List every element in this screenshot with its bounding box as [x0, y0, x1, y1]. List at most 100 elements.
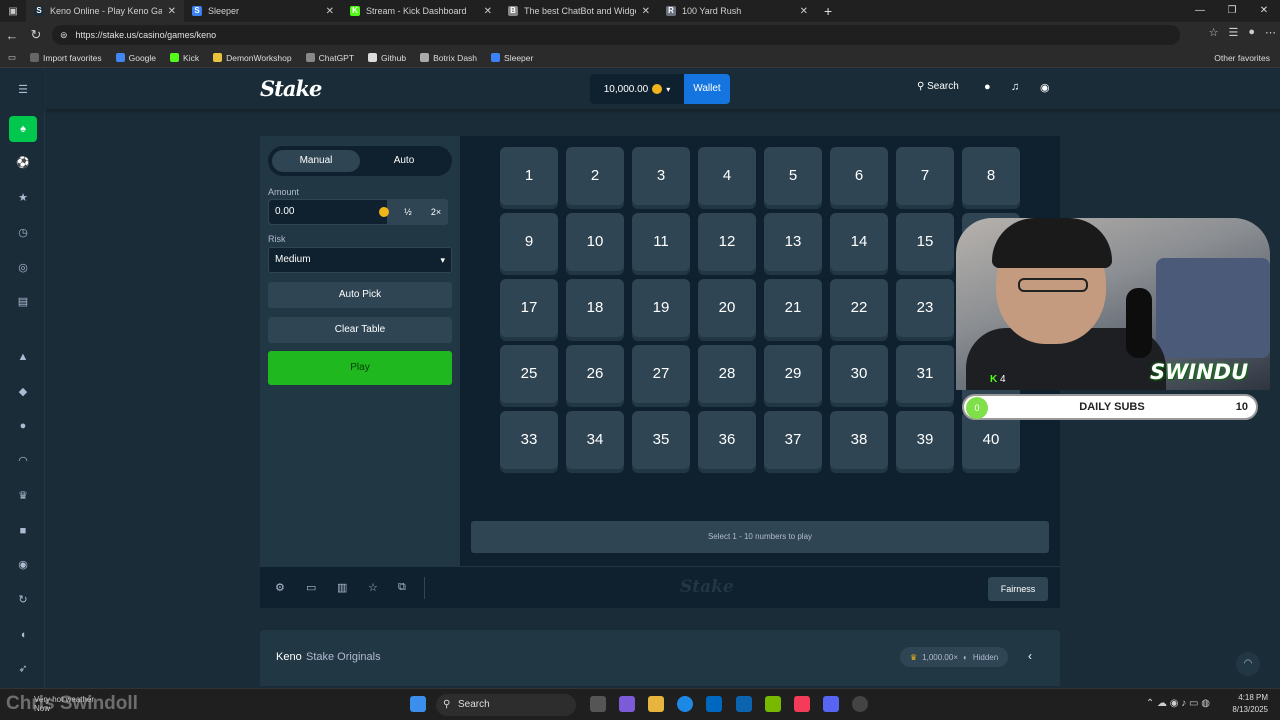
- system-tray[interactable]: ⌃ ☁ ◉ ♪ ▭ ◍: [1146, 698, 1210, 709]
- keno-tile[interactable]: 5: [764, 147, 822, 205]
- collections-icon[interactable]: ☰: [1228, 26, 1238, 39]
- bookmark-item[interactable]: DemonWorkshop: [213, 53, 292, 63]
- risk-select[interactable]: Medium ▾: [268, 247, 452, 273]
- keno-tile[interactable]: 14: [830, 213, 888, 271]
- keno-tile[interactable]: 8: [962, 147, 1020, 205]
- casino-icon[interactable]: ♠: [9, 116, 37, 142]
- close-window-icon[interactable]: ✕: [1248, 0, 1280, 22]
- crown-icon[interactable]: ♛: [12, 485, 34, 507]
- auto-tab[interactable]: Auto: [360, 150, 448, 172]
- bookmark-item[interactable]: ChatGPT: [305, 53, 354, 63]
- keno-tile[interactable]: 34: [566, 411, 624, 469]
- refresh-icon[interactable]: ↻: [12, 589, 34, 611]
- clear-table-button[interactable]: Clear Table: [268, 317, 452, 343]
- other-favorites[interactable]: Other favorites: [1214, 53, 1270, 63]
- close-tab-icon[interactable]: ✕: [326, 6, 334, 17]
- minimize-icon[interactable]: —: [1184, 0, 1216, 22]
- music-icon[interactable]: [794, 696, 810, 712]
- keno-tile[interactable]: 12: [698, 213, 756, 271]
- challenges-icon[interactable]: ◎: [12, 257, 34, 279]
- discord-icon[interactable]: [823, 696, 839, 712]
- game-info-bar[interactable]: Keno Stake Originals ♛ 1,000.00× ◐ Hidde…: [260, 630, 1060, 686]
- new-tab-icon[interactable]: +: [824, 3, 832, 19]
- taskbar-search[interactable]: ⚲ Search: [436, 694, 576, 716]
- notifications-icon[interactable]: ♫: [1011, 81, 1019, 93]
- chevron-left-icon[interactable]: ‹: [1028, 649, 1032, 663]
- keno-tile[interactable]: 15: [896, 213, 954, 271]
- bookmark-item[interactable]: Github: [368, 53, 406, 63]
- theatre-mode-icon[interactable]: ▭: [306, 581, 316, 594]
- browser-tab[interactable]: B The best ChatBot and Widgets fo ✕: [500, 0, 658, 22]
- menu-icon[interactable]: ☰: [12, 79, 34, 101]
- clock[interactable]: 4:18 PM 8/13/2025: [1232, 692, 1268, 716]
- file-explorer-icon[interactable]: [648, 696, 664, 712]
- search-button[interactable]: ⚲ Search: [917, 81, 959, 92]
- sports-icon[interactable]: ⚽: [12, 152, 34, 174]
- keno-tile[interactable]: 23: [896, 279, 954, 337]
- hot-icon[interactable]: ▲: [12, 346, 34, 368]
- stats-icon[interactable]: ▥: [337, 581, 347, 594]
- outlook-icon[interactable]: [736, 696, 752, 712]
- weather-widget[interactable]: Very hot weather Now: [34, 695, 94, 713]
- keno-tile[interactable]: 3: [632, 147, 690, 205]
- keno-tile[interactable]: 35: [632, 411, 690, 469]
- half-button[interactable]: ½: [394, 199, 422, 225]
- support-headset-icon[interactable]: ◠: [12, 450, 34, 472]
- keno-tile[interactable]: 20: [698, 279, 756, 337]
- start-icon[interactable]: [410, 696, 426, 712]
- keno-tile[interactable]: 11: [632, 213, 690, 271]
- auto-pick-button[interactable]: Auto Pick: [268, 282, 452, 308]
- tab-actions-icon[interactable]: ▣: [0, 6, 26, 17]
- keno-tile[interactable]: 4: [698, 147, 756, 205]
- store-icon[interactable]: [706, 696, 722, 712]
- favorite-star-icon[interactable]: ☆: [1209, 26, 1219, 39]
- recent-icon[interactable]: ◷: [12, 222, 34, 244]
- task-view-icon[interactable]: [590, 696, 606, 712]
- bookmark-item[interactable]: Botrix Dash: [420, 53, 477, 63]
- back-icon[interactable]: ←: [0, 28, 24, 43]
- site-info-icon[interactable]: ⊜: [60, 30, 68, 41]
- stake-logo[interactable]: Stake: [260, 76, 322, 101]
- amount-input[interactable]: 0.00: [269, 200, 387, 224]
- keno-tile[interactable]: 39: [896, 411, 954, 469]
- slots-icon[interactable]: ◆: [12, 381, 34, 403]
- browser-tab[interactable]: K Stream - Kick Dashboard ✕: [342, 0, 500, 22]
- browser-tab[interactable]: S Keno Online - Play Keno Game fo ✕: [26, 0, 184, 22]
- keno-tile[interactable]: 13: [764, 213, 822, 271]
- keno-tile[interactable]: 29: [764, 345, 822, 403]
- live-icon[interactable]: ●: [12, 415, 34, 437]
- keno-tile[interactable]: 27: [632, 345, 690, 403]
- bookmark-item[interactable]: Import favorites: [30, 53, 102, 63]
- keno-tile[interactable]: 19: [632, 279, 690, 337]
- user-icon[interactable]: ●: [984, 81, 991, 93]
- close-tab-icon[interactable]: ✕: [642, 6, 650, 17]
- keno-tile[interactable]: 22: [830, 279, 888, 337]
- keno-tile[interactable]: 1: [500, 147, 558, 205]
- keno-tile[interactable]: 30: [830, 345, 888, 403]
- bookmark-item[interactable]: Google: [115, 53, 156, 63]
- fairness-button[interactable]: Fairness: [988, 577, 1048, 601]
- keno-tile[interactable]: 6: [830, 147, 888, 205]
- rocket-icon[interactable]: ➶: [12, 658, 34, 680]
- bookmark-item[interactable]: Kick: [170, 53, 199, 63]
- restore-icon[interactable]: ❐: [1216, 0, 1248, 22]
- address-bar[interactable]: ⊜ https://stake.us/casino/games/keno: [52, 25, 1180, 45]
- favorites-icon[interactable]: ★: [12, 187, 34, 209]
- close-tab-icon[interactable]: ✕: [484, 6, 492, 17]
- double-button[interactable]: 2×: [422, 199, 450, 225]
- keno-tile[interactable]: 17: [500, 279, 558, 337]
- settings-icon[interactable]: ⚙: [275, 581, 285, 594]
- keno-tile[interactable]: 28: [698, 345, 756, 403]
- close-tab-icon[interactable]: ✕: [800, 6, 808, 17]
- close-tab-icon[interactable]: ✕: [168, 6, 176, 17]
- keno-tile[interactable]: 38: [830, 411, 888, 469]
- keno-tile[interactable]: 21: [764, 279, 822, 337]
- balance-selector[interactable]: 10,000.00 ▾: [590, 74, 684, 104]
- bookmark-item[interactable]: Sleeper: [491, 53, 533, 63]
- nvidia-icon[interactable]: [765, 696, 781, 712]
- copilot-icon[interactable]: [619, 696, 635, 712]
- keno-tile[interactable]: 7: [896, 147, 954, 205]
- favorite-icon[interactable]: ☆: [368, 581, 378, 594]
- profile-icon[interactable]: ●: [1248, 26, 1255, 39]
- wallet-button[interactable]: Wallet: [684, 74, 730, 104]
